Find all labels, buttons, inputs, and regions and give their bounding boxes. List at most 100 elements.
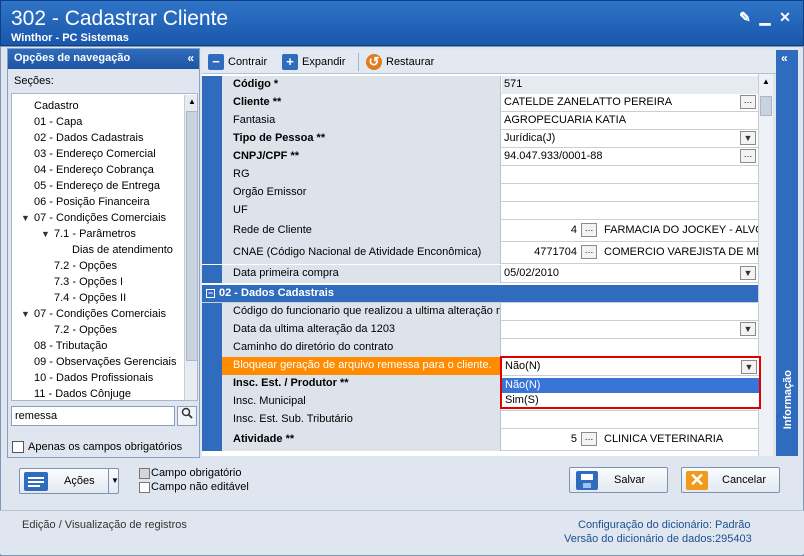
tree-item[interactable]: 7.1 - Parâmetros	[54, 226, 136, 242]
expand-button[interactable]: + Expandir	[282, 53, 345, 71]
scroll-up-icon[interactable]: ▲	[188, 97, 196, 106]
field-name-selected: Bloquear geração de arquivo remessa para…	[222, 357, 501, 375]
tree-item[interactable]: 7.3 - Opções I	[54, 274, 123, 290]
row-indicator	[202, 411, 222, 429]
tree-item[interactable]: 05 - Endereço de Entrega	[34, 178, 160, 194]
grid-row: Tipo de Pessoa ** Jurídica(J) ▼	[202, 130, 758, 148]
actions-label: Ações	[64, 475, 95, 487]
field-code[interactable]: 5	[502, 429, 580, 451]
tree-scrollbar[interactable]: ▲	[184, 95, 197, 400]
information-side-tab[interactable]: « Informação	[776, 50, 798, 456]
close-icon[interactable]: ✕	[777, 9, 793, 25]
window-title: 302 - Cadastrar Cliente	[11, 7, 229, 30]
search-button[interactable]	[177, 406, 197, 426]
field-value[interactable]: 94.047.933/0001-88	[502, 148, 758, 166]
row-indicator	[202, 94, 222, 112]
plus-icon: +	[282, 54, 298, 70]
save-icon	[576, 471, 598, 490]
scroll-up-icon[interactable]: ▲	[762, 77, 770, 86]
lookup-button[interactable]: …	[740, 95, 756, 109]
lookup-button[interactable]: …	[581, 245, 597, 259]
field-value[interactable]	[502, 303, 758, 321]
field-value[interactable]: Jurídica(J)	[502, 130, 758, 148]
field-name: Tipo de Pessoa **	[222, 130, 501, 148]
row-indicator	[202, 76, 222, 94]
tree-item[interactable]: 01 - Capa	[34, 114, 82, 130]
expand-arrow-icon[interactable]: ▼	[41, 229, 50, 239]
restore-button[interactable]: ↺ Restaurar	[366, 53, 434, 71]
lookup-button[interactable]: …	[581, 223, 597, 237]
field-value[interactable]	[502, 166, 758, 184]
dictionary-config-label: Configuração do dicionário:	[578, 519, 712, 531]
caret-down-icon[interactable]: ▼	[111, 476, 119, 485]
restore-label: Restaurar	[386, 56, 435, 68]
tree-item[interactable]: 7.2 - Opções	[54, 322, 117, 338]
tree-item[interactable]: 07 - Condições Comerciais	[34, 306, 166, 322]
chevron-down-icon[interactable]: ▼	[740, 322, 756, 336]
field-code[interactable]: 4	[502, 220, 580, 242]
status-bar: Edição / Visualização de registros Confi…	[0, 510, 804, 554]
minimize-icon[interactable]: ▁	[757, 9, 773, 25]
row-indicator	[202, 112, 222, 130]
lookup-button[interactable]: …	[740, 149, 756, 163]
field-value[interactable]	[502, 202, 758, 220]
field-value[interactable]	[502, 339, 758, 357]
field-value[interactable]: CATELDE ZANELATTO PEREIRA	[502, 94, 758, 112]
row-indicator	[202, 242, 222, 264]
tree-item[interactable]: 09 - Observações Gerenciais	[34, 354, 176, 370]
tree-item[interactable]: 07 - Condições Comerciais	[34, 210, 166, 226]
field-value[interactable]	[502, 411, 758, 429]
required-only-checkbox[interactable]	[12, 441, 24, 453]
tree-item-cadastro[interactable]: Cadastro	[34, 98, 79, 114]
section-search-input[interactable]: remessa	[11, 406, 175, 426]
toolbar-divider	[358, 53, 359, 71]
scrollbar-thumb[interactable]	[760, 96, 772, 116]
block-remessa-dropdown[interactable]: Não(N) ▼ Não(N) Sim(S)	[500, 356, 761, 409]
save-button[interactable]: Salvar	[569, 467, 668, 493]
tree-item[interactable]: 06 - Posição Financeira	[34, 194, 150, 210]
collapse-category-icon[interactable]: −	[206, 289, 215, 298]
tree-item[interactable]: Dias de atendimento	[72, 242, 173, 258]
edit-window-icon[interactable]: ✎	[737, 9, 753, 25]
chevron-down-icon[interactable]: ▼	[741, 360, 757, 374]
field-value[interactable]	[502, 184, 758, 202]
grid-row: Data primeira compra 05/02/2010 ▼	[202, 265, 758, 283]
row-indicator	[202, 130, 222, 148]
grid-row: RG	[202, 166, 758, 184]
dropdown-option-sim[interactable]: Sim(S)	[502, 393, 759, 408]
collapse-panel-icon[interactable]: «	[187, 51, 194, 65]
chevron-down-icon[interactable]: ▼	[740, 266, 756, 280]
lookup-button[interactable]: …	[581, 432, 597, 446]
tree-item[interactable]: 10 - Dados Profissionais	[34, 370, 153, 386]
grid-row: UF	[202, 202, 758, 220]
expand-arrow-icon[interactable]: ▼	[21, 213, 30, 223]
window-subtitle: Winthor - PC Sistemas	[11, 32, 129, 44]
expand-arrow-icon[interactable]: ▼	[21, 309, 30, 319]
expand-panel-icon[interactable]: «	[781, 51, 788, 65]
field-value[interactable]: 05/02/2010	[502, 265, 758, 283]
tree-item[interactable]: 7.4 - Opções II	[54, 290, 126, 306]
cancel-button[interactable]: ✕ Cancelar	[681, 467, 780, 493]
chevron-down-icon[interactable]: ▼	[740, 131, 756, 145]
field-code[interactable]: 4771704	[502, 242, 580, 264]
restore-icon: ↺	[366, 54, 382, 70]
grid-row: Fantasia AGROPECUARIA KATIA	[202, 112, 758, 130]
tree-item[interactable]: 03 - Endereço Comercial	[34, 146, 156, 162]
grid-row: Orgão Emissor	[202, 184, 758, 202]
scrollbar-thumb[interactable]	[186, 111, 197, 361]
tree-item[interactable]: 04 - Endereço Cobrança	[34, 162, 154, 178]
tree-item[interactable]: 11 - Dados Cônjuge	[34, 386, 131, 400]
field-name: CNAE (Código Nacional de Atividade Encon…	[222, 242, 501, 264]
collapse-button[interactable]: − Contrair	[208, 53, 267, 71]
actions-button[interactable]: Ações ▼	[19, 468, 119, 494]
tree-item[interactable]: 7.2 - Opções	[54, 258, 117, 274]
tree-item[interactable]: 02 - Dados Cadastrais	[34, 130, 143, 146]
dropdown-selected-value[interactable]: Não(N)	[502, 358, 759, 376]
tree-item[interactable]: 08 - Tributação	[34, 338, 107, 354]
category-row[interactable]: −02 - Dados Cadastrais	[202, 285, 758, 303]
field-name: Insc. Municipal	[222, 393, 501, 411]
expand-label: Expandir	[302, 56, 346, 68]
dropdown-option-nao[interactable]: Não(N)	[502, 378, 759, 393]
field-value[interactable]: AGROPECUARIA KATIA	[502, 112, 758, 130]
field-value[interactable]	[502, 321, 758, 339]
